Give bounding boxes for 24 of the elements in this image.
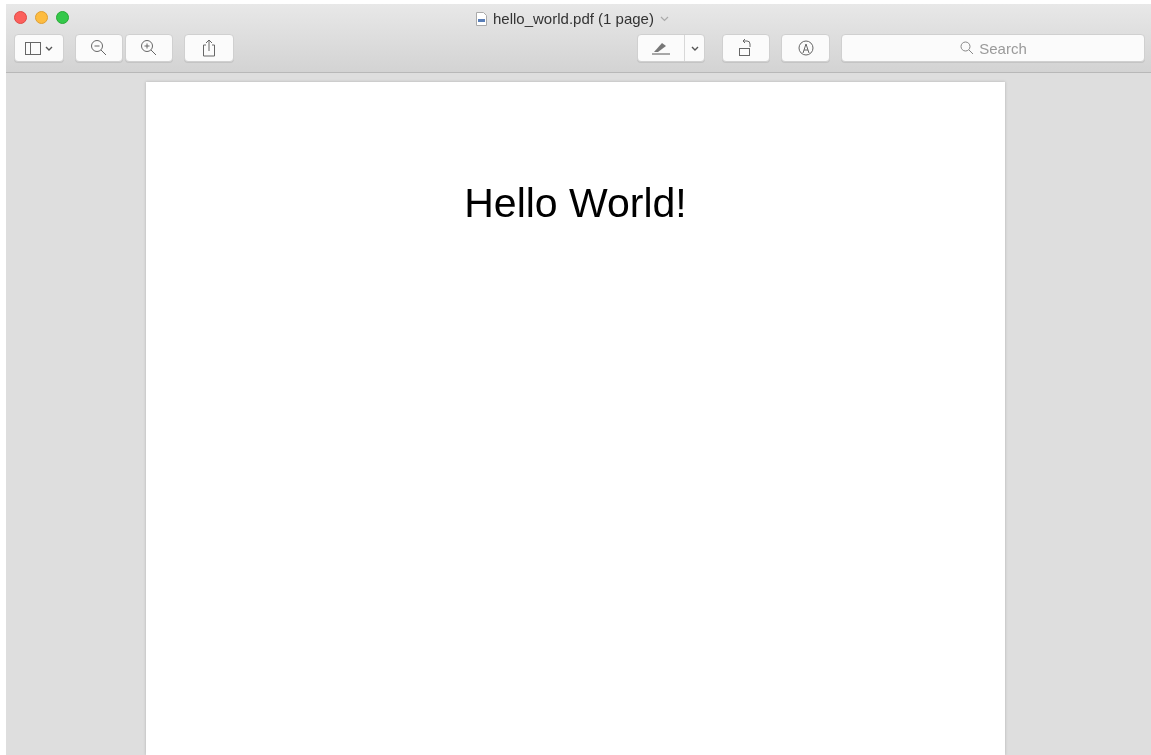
rotate-button[interactable]	[722, 34, 770, 62]
search-field[interactable]: Search	[841, 34, 1145, 62]
zoom-out-button[interactable]	[75, 34, 123, 62]
document-text: Hello World!	[464, 183, 687, 224]
zoom-out-icon	[90, 39, 108, 57]
document-icon	[476, 12, 487, 27]
window-title: hello_world.pdf (1 page)	[493, 9, 654, 29]
chevron-down-icon	[690, 45, 699, 51]
search-icon	[960, 41, 974, 55]
share-button[interactable]	[184, 34, 234, 62]
zoom-in-icon	[140, 39, 158, 57]
sidebar-icon	[25, 41, 41, 55]
annotate-button[interactable]	[781, 34, 830, 62]
close-button[interactable]	[14, 10, 27, 24]
pen-icon	[651, 41, 671, 55]
zoom-in-button[interactable]	[125, 34, 173, 62]
minimize-button[interactable]	[35, 10, 48, 24]
share-icon	[202, 39, 216, 57]
chevron-down-icon	[45, 45, 53, 51]
rotate-icon	[738, 39, 754, 57]
zoom-button[interactable]	[56, 10, 69, 24]
pen-tip-icon	[797, 40, 814, 56]
sidebar-button[interactable]	[14, 34, 64, 62]
chevron-down-icon[interactable]	[659, 16, 669, 23]
